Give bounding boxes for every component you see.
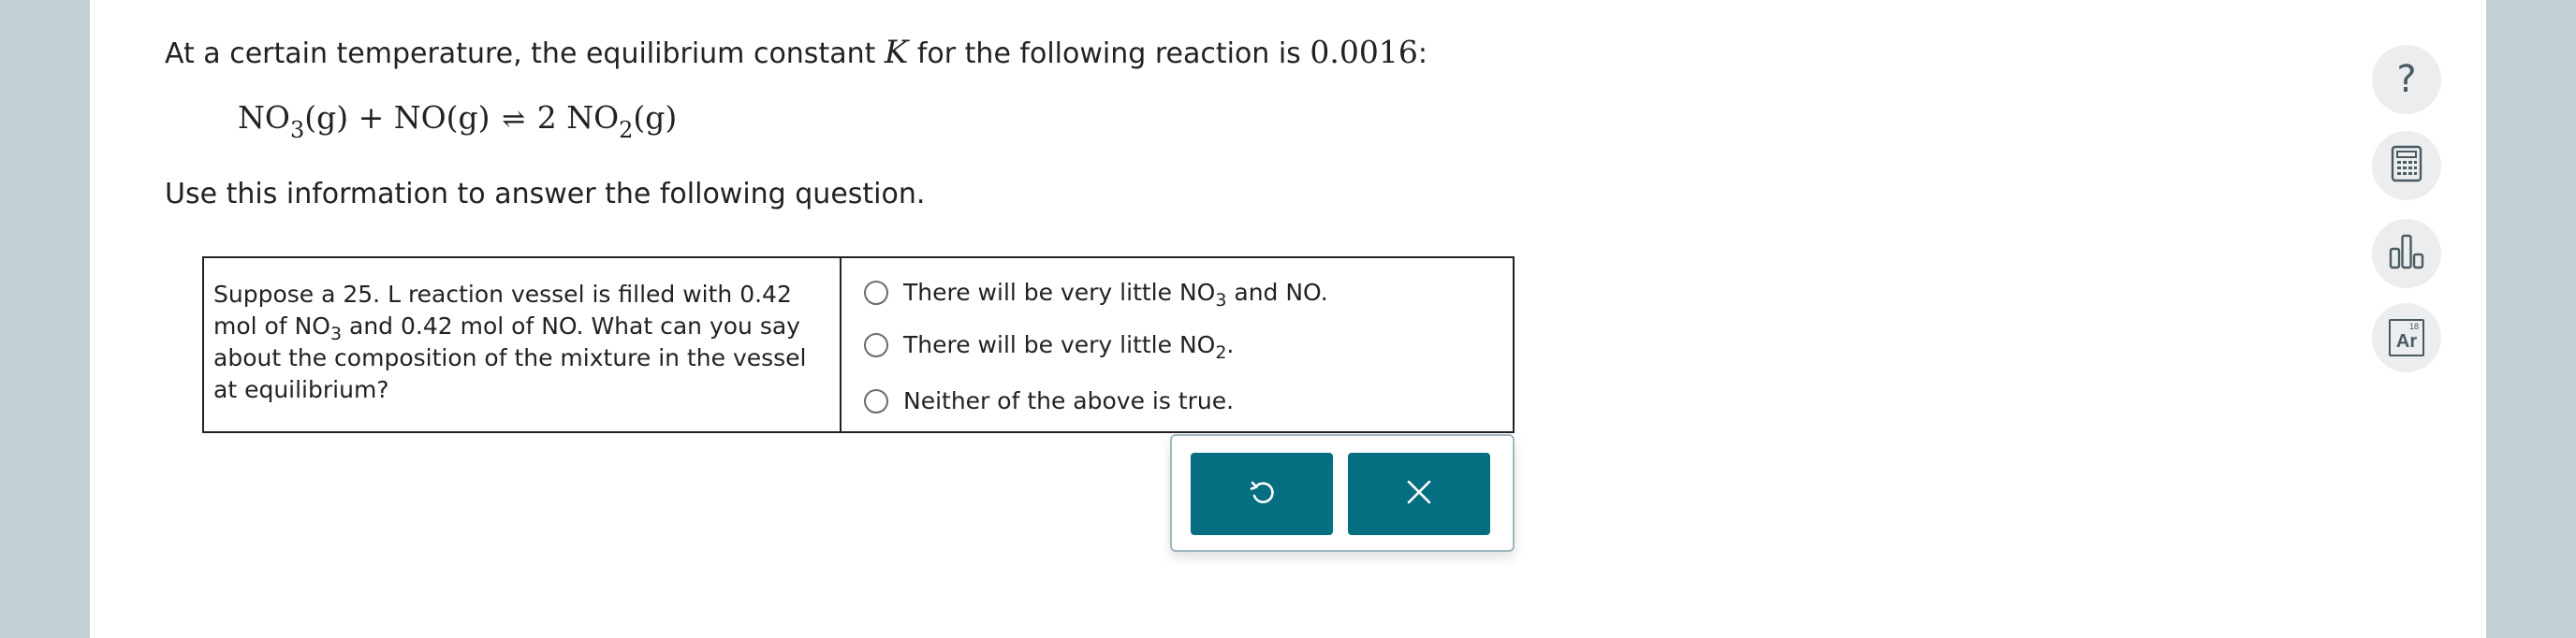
clear-button[interactable] xyxy=(1348,453,1490,535)
reactant1: NO xyxy=(238,99,290,136)
option-little-no2[interactable]: There will be very little NO2. xyxy=(864,331,1235,363)
data-chart-button[interactable] xyxy=(2372,219,2441,288)
periodic-table-button[interactable]: 18 Ar xyxy=(2372,303,2441,372)
product-sub: 2 xyxy=(619,117,634,143)
atomic-number: 18 xyxy=(2408,322,2419,331)
radio-button[interactable] xyxy=(864,332,888,357)
k-symbol: K xyxy=(884,34,909,71)
instruction-text: Use this information to answer the follo… xyxy=(165,178,926,210)
question-text: Suppose a 25. L reaction vessel is fille… xyxy=(204,258,842,431)
help-button[interactable]: ? xyxy=(2372,45,2441,114)
option-label: Neither of the above is true. xyxy=(903,387,1235,414)
reactant2: NO(g) xyxy=(393,99,490,136)
reactant1-state: (g) xyxy=(304,99,349,136)
radio-button[interactable] xyxy=(864,388,888,413)
calculator-button[interactable] xyxy=(2372,131,2441,200)
product: NO xyxy=(566,99,620,136)
option-little-no3-and-no[interactable]: There will be very little NO3 and NO. xyxy=(864,279,1328,311)
answer-actions xyxy=(1170,434,1515,552)
problem-intro: At a certain temperature, the equilibriu… xyxy=(165,34,1427,71)
answer-options: There will be very little NO3 and NO. Th… xyxy=(842,258,1513,431)
option-label: There will be very little NO3 and NO. xyxy=(903,279,1328,311)
intro-text-2: for the following reaction is xyxy=(916,37,1301,70)
reaction-equation: NO3(g) + NO(g) ⇌ 2 NO2(g) xyxy=(238,99,678,141)
question-table: Suppose a 25. L reaction vessel is fille… xyxy=(202,256,1515,433)
calculator-icon xyxy=(2391,145,2422,186)
bar-chart-icon xyxy=(2388,232,2425,275)
k-value: 0.0016 xyxy=(1310,34,1418,70)
undo-icon xyxy=(1248,478,1276,510)
equilibrium-arrow: ⇌ xyxy=(502,103,526,136)
radio-button[interactable] xyxy=(864,280,888,305)
intro-text: At a certain temperature, the equilibriu… xyxy=(165,37,876,70)
option-label: There will be very little NO2. xyxy=(903,331,1235,363)
element-symbol: Ar xyxy=(2395,331,2418,352)
undo-button[interactable] xyxy=(1191,453,1333,535)
product-state: (g) xyxy=(633,99,678,136)
reactant1-sub: 3 xyxy=(289,117,305,143)
intro-colon: : xyxy=(1417,37,1427,70)
periodic-table-icon: 18 Ar xyxy=(2389,319,2424,356)
plus-sign: + xyxy=(358,99,385,136)
product-coefficient: 2 xyxy=(536,99,557,136)
close-icon xyxy=(1406,479,1432,509)
option-neither[interactable]: Neither of the above is true. xyxy=(864,387,1234,414)
question-mark-icon: ? xyxy=(2396,58,2417,101)
question-sub: 3 xyxy=(329,324,343,344)
